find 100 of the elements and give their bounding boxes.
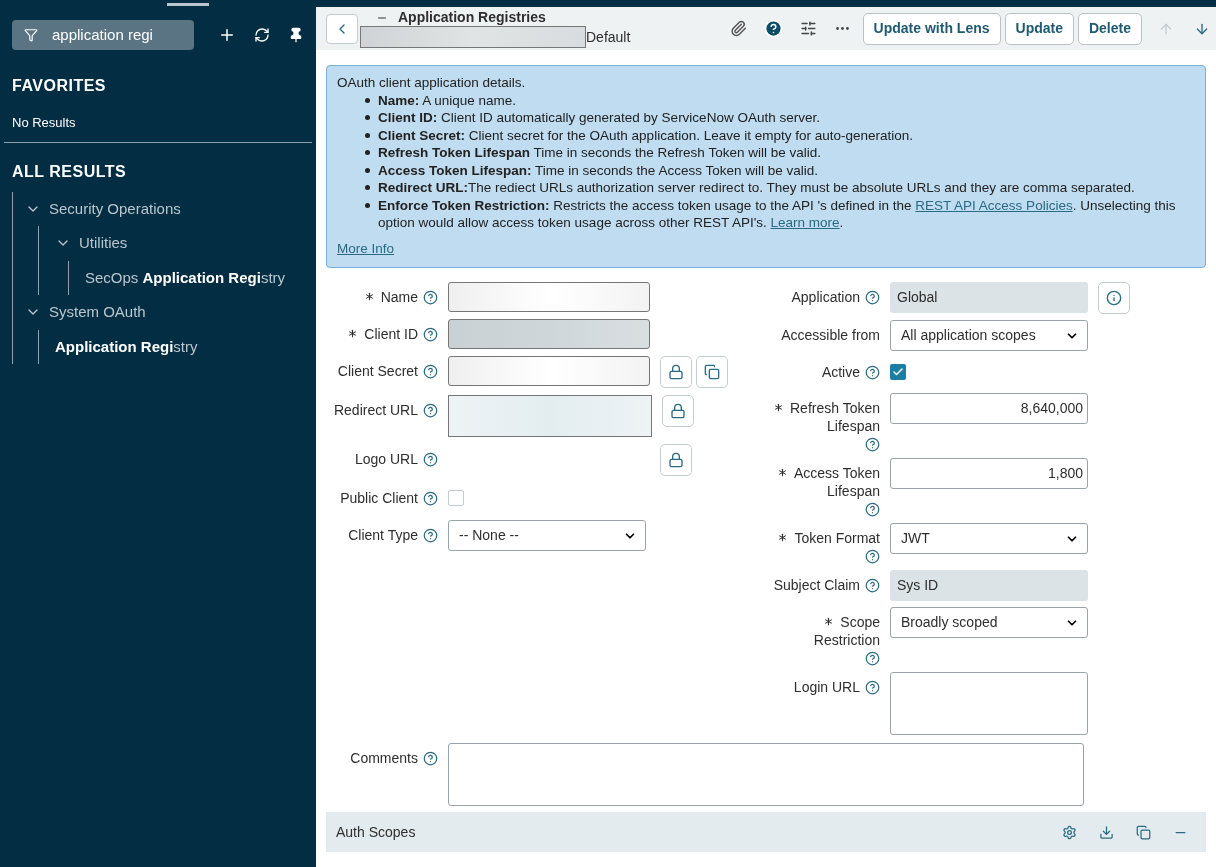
info-item: Refresh Token Lifespan Time in seconds the Refresh Token will be valid. [378, 144, 821, 162]
input-field[interactable] [448, 282, 650, 312]
info-link[interactable]: REST API Access Policies [915, 197, 1073, 213]
help-icon[interactable] [423, 326, 438, 342]
textarea-field[interactable] [890, 672, 1088, 735]
download-icon[interactable] [1099, 824, 1114, 840]
field-label: Client ID [346, 325, 418, 343]
info-link[interactable]: Learn more [770, 215, 840, 230]
lock-icon [668, 452, 684, 468]
section-heading: FAVORITES [11, 76, 107, 96]
nav-item[interactable]: Utilities [79, 232, 128, 255]
info-item: Enforce Token Restriction: Restricts the access token usage to the API 's defined in the REST API Access Policies. Unselecting this option would allow access token usage across other REST API's. Learn more. [378, 196, 1177, 232]
help-icon[interactable] [423, 451, 438, 467]
bullet-icon [365, 167, 370, 173]
help-icon[interactable] [865, 651, 880, 666]
checkbox[interactable] [890, 364, 906, 380]
check-icon [892, 366, 904, 378]
field-label: Logo URL [354, 450, 418, 468]
lock-icon [670, 403, 686, 419]
help-icon[interactable] [865, 679, 880, 695]
bullet-icon [365, 185, 370, 190]
select-field[interactable]: JWT [890, 523, 1088, 554]
settings-icon[interactable] [1062, 824, 1077, 840]
info-button[interactable] [1098, 282, 1130, 314]
handle-bar [167, 3, 209, 6]
header-button[interactable]: Delete [1077, 12, 1142, 45]
help-icon[interactable] [423, 527, 438, 543]
field-label: Application [791, 288, 860, 306]
search-field[interactable]: application regi [12, 20, 194, 50]
input-field[interactable] [448, 395, 652, 437]
help-icon[interactable] [423, 490, 438, 506]
field-label: Client Secret [337, 362, 418, 380]
info-item: Client Secret: Client secret for the OAuth application. Leave it empty for auto-generation. [378, 126, 914, 144]
bullet-icon [365, 97, 370, 103]
info-item: Access Token Lifespan: Time in seconds the Access Token will be valid. [378, 161, 818, 179]
pin-icon[interactable] [288, 27, 304, 43]
attachment-icon[interactable] [729, 20, 747, 37]
lock-icon [668, 364, 684, 380]
form-title: Application Registries [398, 9, 546, 26]
nav-item[interactable]: SecOps Application Registry [85, 266, 286, 289]
help-icon[interactable] [865, 364, 880, 380]
info-item: Redirect URL:The rediect URLs authorization server redirect to. They must be absolute URLs and they are comma separated. [378, 179, 1135, 197]
checkbox[interactable] [448, 490, 464, 506]
help-icon[interactable] [865, 549, 880, 564]
field-label: Accessible from [781, 326, 880, 344]
section-heading: ALL RESULTS [11, 161, 128, 182]
help-icon[interactable] [423, 402, 438, 418]
readonly-field: Sys ID [890, 570, 1088, 601]
select-field[interactable]: -- None -- [448, 520, 646, 551]
lock-button[interactable] [662, 395, 694, 427]
copy-icon [704, 364, 720, 380]
info-intro: OAuth client application details. [337, 74, 527, 92]
field-label: Login URL [793, 678, 860, 696]
settings-icon[interactable] [799, 20, 817, 37]
select-field[interactable]: All application scopes [890, 320, 1088, 351]
header-button[interactable]: Update [1004, 12, 1074, 45]
nav-item[interactable]: Application Registry [55, 335, 198, 358]
nav-item[interactable]: Security Operations [49, 197, 181, 220]
comments-field[interactable] [448, 743, 1084, 806]
field-label: Comments [350, 749, 418, 767]
copy-button[interactable] [696, 356, 728, 388]
help-icon[interactable] [423, 289, 438, 305]
input-field[interactable]: 8,640,000 [890, 393, 1088, 424]
bullet-icon [365, 132, 370, 138]
refresh-icon[interactable] [254, 27, 270, 43]
field-label: Access Token Lifespan [768, 464, 880, 500]
add-icon[interactable] [218, 26, 236, 44]
header-button[interactable]: Update with Lens [862, 12, 1001, 45]
input-field[interactable]: 1,800 [890, 458, 1088, 489]
info-item: Client ID: Client ID automatically generated by ServiceNow OAuth server. [378, 109, 820, 127]
field-label: Redirect URL [333, 401, 418, 419]
bullet-icon [365, 202, 370, 208]
readonly-field: Global [890, 282, 1088, 313]
copy-icon[interactable] [1136, 824, 1151, 840]
field-label: Refresh Token Lifespan [768, 399, 880, 435]
help-icon[interactable] [865, 577, 880, 593]
help-icon[interactable] [423, 363, 438, 379]
form-subtitle: Default [586, 28, 631, 46]
field-label: Public Client [340, 489, 418, 507]
input-field[interactable] [448, 356, 650, 386]
help-icon[interactable] [423, 750, 438, 766]
select-field[interactable]: Broadly scoped [890, 607, 1088, 638]
bullet-icon [365, 150, 370, 155]
more-info-link[interactable]: More Info [337, 239, 395, 257]
field-label: Client Type [348, 526, 418, 544]
field-label: Token Format [776, 529, 880, 547]
help-icon[interactable] [865, 437, 880, 452]
bullet-icon [365, 115, 370, 120]
lock-button[interactable] [660, 356, 692, 388]
nav-item[interactable]: System OAuth [49, 301, 146, 324]
info-item: Name: A unique name. [378, 91, 517, 109]
input-field[interactable] [448, 319, 650, 349]
field-label: Name [362, 288, 418, 306]
field-label: Subject Claim [773, 576, 860, 594]
lock-button[interactable] [660, 444, 692, 476]
field-label: Active [821, 363, 860, 381]
help-icon[interactable] [865, 502, 880, 517]
empty-message: No Results [11, 114, 77, 132]
help-icon[interactable] [865, 289, 880, 305]
filter-icon [24, 28, 38, 42]
